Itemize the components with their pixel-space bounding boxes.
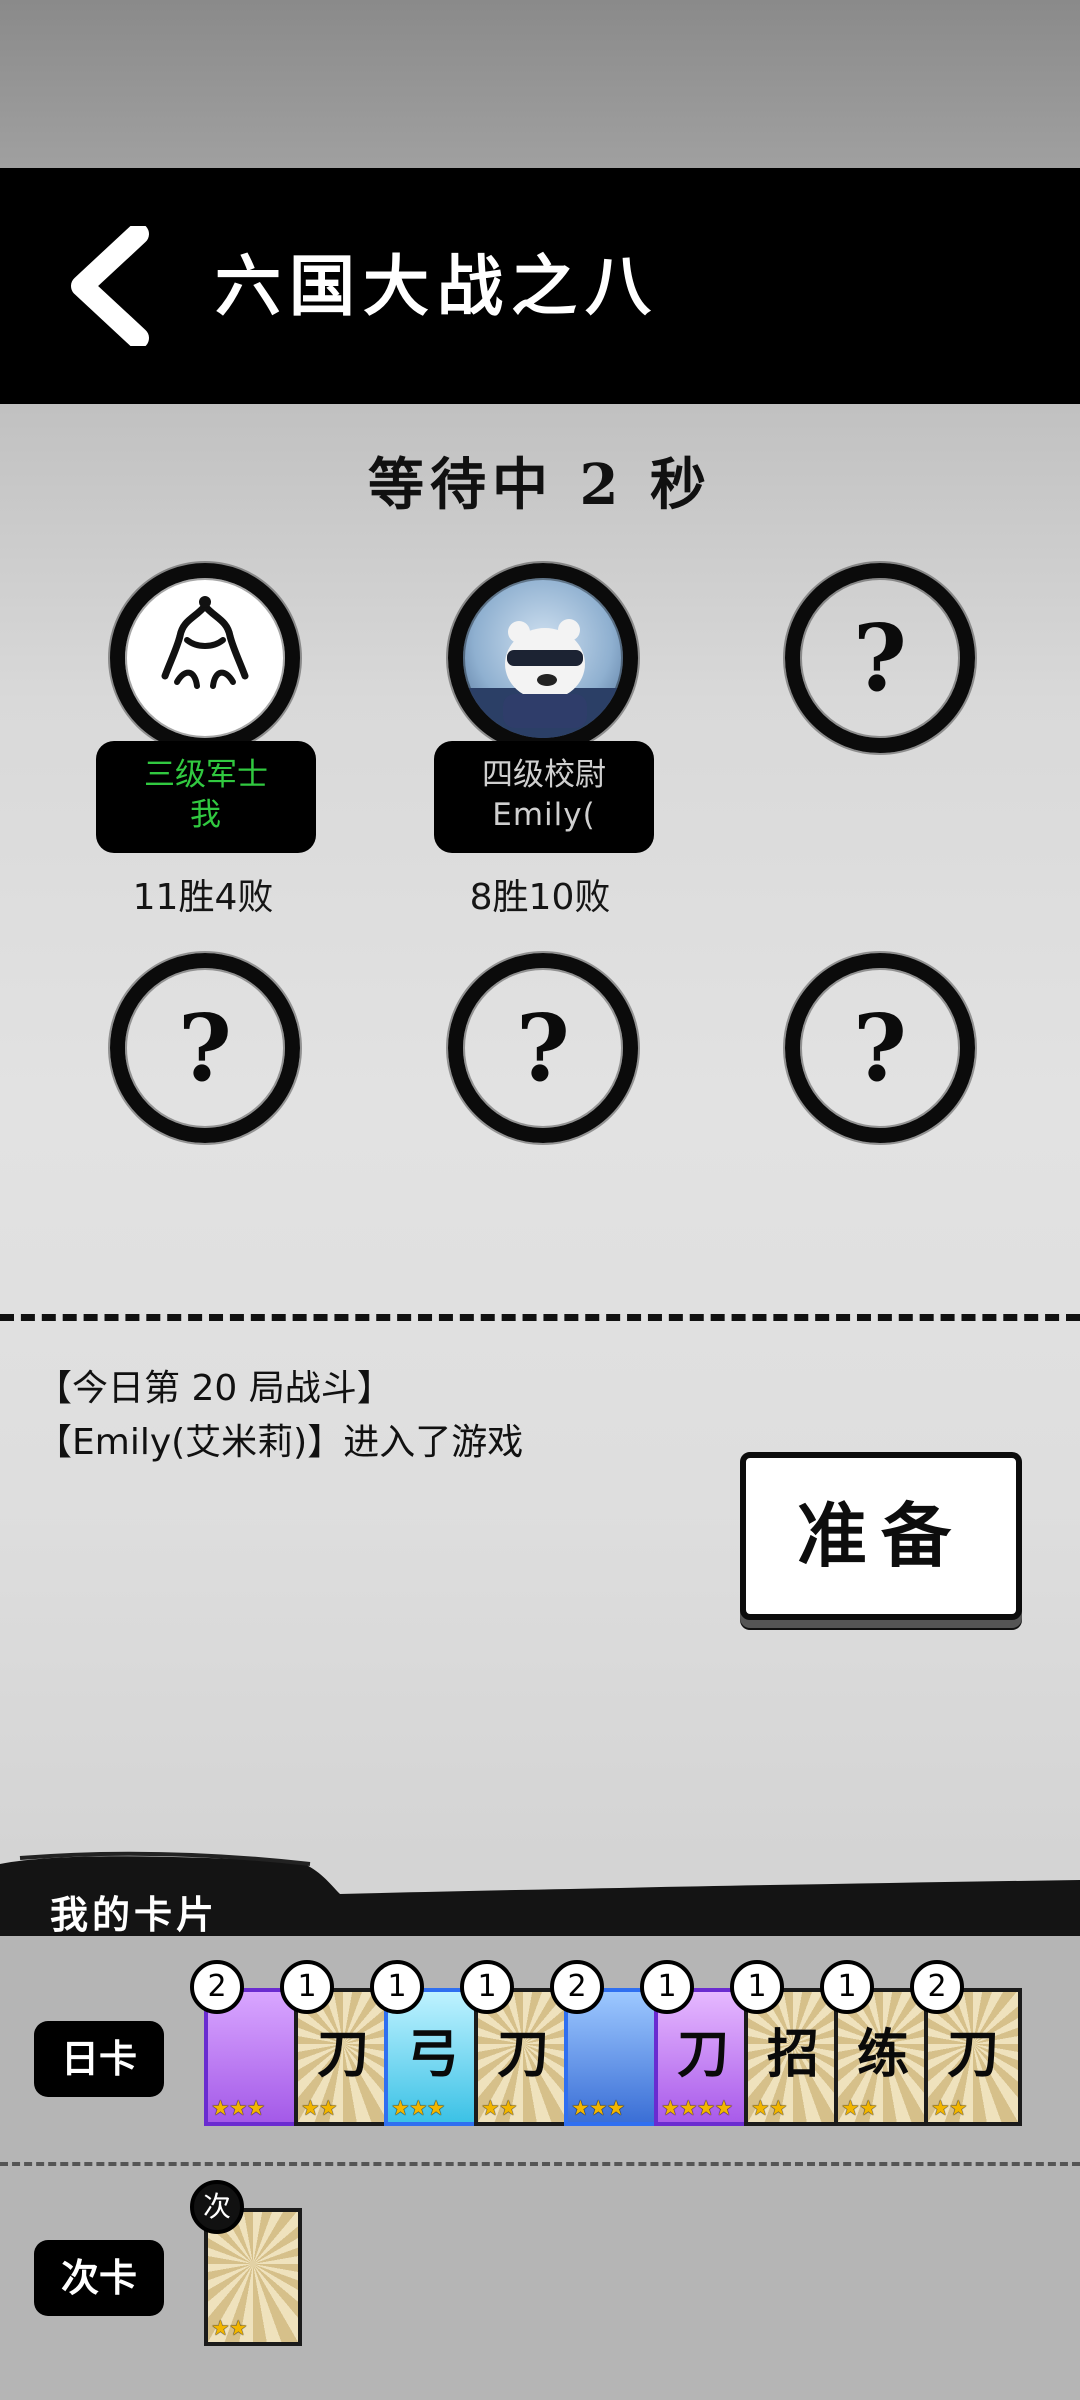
player-record: 8胜10败 [469, 877, 611, 918]
ready-button[interactable]: 准备 [740, 1452, 1022, 1620]
card-count-badge: 1 [370, 1960, 424, 2014]
card-stars: ★★ [931, 2096, 968, 2120]
card-count-badge: 次 [190, 2180, 244, 2234]
player-rank: 三级军士 [144, 757, 268, 793]
card-glyph: 弓 [406, 2024, 459, 2085]
player-namebox-2: 四级校尉 Emily( [434, 741, 654, 853]
card-glyph: 刀 [946, 2024, 999, 2085]
player-record: 11胜4败 [132, 877, 274, 918]
player-name: Emily( [492, 797, 596, 833]
question-mark-icon: ? [178, 994, 232, 1102]
section-divider [0, 1314, 1080, 1321]
question-mark-icon: ? [853, 994, 907, 1102]
log-line: 【Emily(艾米莉)】进入了游戏 [36, 1422, 524, 1463]
card-glyph: 刀 [676, 2024, 729, 2085]
card-stars: ★★ [841, 2096, 878, 2120]
back-arrow-icon [71, 223, 149, 349]
player-name: 我 [190, 797, 222, 833]
card-stars: ★★ [211, 2316, 248, 2340]
battle-log: 【今日第 20 局战斗】 【Emily(艾米莉)】进入了游戏 [36, 1362, 523, 1470]
player-avatar [448, 563, 638, 753]
empty-slot-4[interactable]: ? [110, 953, 300, 1143]
question-mark-icon: ? [853, 604, 907, 712]
card-glyph: 刀 [496, 2024, 549, 2085]
my-cards-label: 我的卡片 [50, 1892, 219, 1937]
general-helmet-icon [161, 596, 249, 689]
player-slot-1[interactable] [110, 563, 300, 753]
card-stars: ★★ [301, 2096, 338, 2120]
bear-avatar-icon [463, 619, 623, 738]
player-avatar [110, 563, 300, 753]
card-stars: ★★★ [571, 2096, 625, 2120]
waiting-countdown: 等待中 2 秒 [368, 452, 712, 518]
log-line: 【今日第 20 局战斗】 [36, 1368, 393, 1409]
top-status-band [0, 0, 1080, 168]
card-count-badge: 1 [820, 1960, 874, 2014]
card-stars: ★★★★ [661, 2096, 733, 2120]
empty-slot-5[interactable]: ? [448, 953, 638, 1143]
player-namebox-1: 三级军士 我 [96, 741, 316, 853]
player-slot-2[interactable] [448, 563, 638, 753]
empty-slot-3[interactable]: ? [785, 563, 975, 753]
page-title: 六国大战之八 [215, 247, 659, 325]
day-card-tab[interactable]: 日卡 [34, 2021, 164, 2097]
card-count-badge: 2 [910, 1960, 964, 2014]
back-button[interactable] [60, 223, 170, 349]
card-count-badge: 1 [460, 1960, 514, 2014]
card-count-badge: 1 [640, 1960, 694, 2014]
card-count-badge: 1 [280, 1960, 334, 2014]
card-count-badge: 2 [190, 1960, 244, 2014]
card-stars: ★★ [481, 2096, 518, 2120]
card-row-divider [0, 2162, 1080, 2166]
question-mark-icon: ? [516, 994, 570, 1102]
card-glyph: 刀 [316, 2024, 369, 2085]
card-stars: ★★★ [211, 2096, 265, 2120]
ready-button-label: 准备 [797, 1494, 965, 1577]
card-stars: ★★★ [391, 2096, 445, 2120]
player-rank: 四级校尉 [482, 757, 606, 793]
card-glyph: 练 [856, 2024, 909, 2085]
card-glyph: 招 [766, 2024, 819, 2085]
card-count-badge: 2 [550, 1960, 604, 2014]
empty-slot-6[interactable]: ? [785, 953, 975, 1143]
next-card-tab[interactable]: 次卡 [34, 2240, 164, 2316]
card-count-badge: 1 [730, 1960, 784, 2014]
header-bar: 六国大战之八 [0, 168, 1080, 404]
card-stars: ★★ [751, 2096, 788, 2120]
